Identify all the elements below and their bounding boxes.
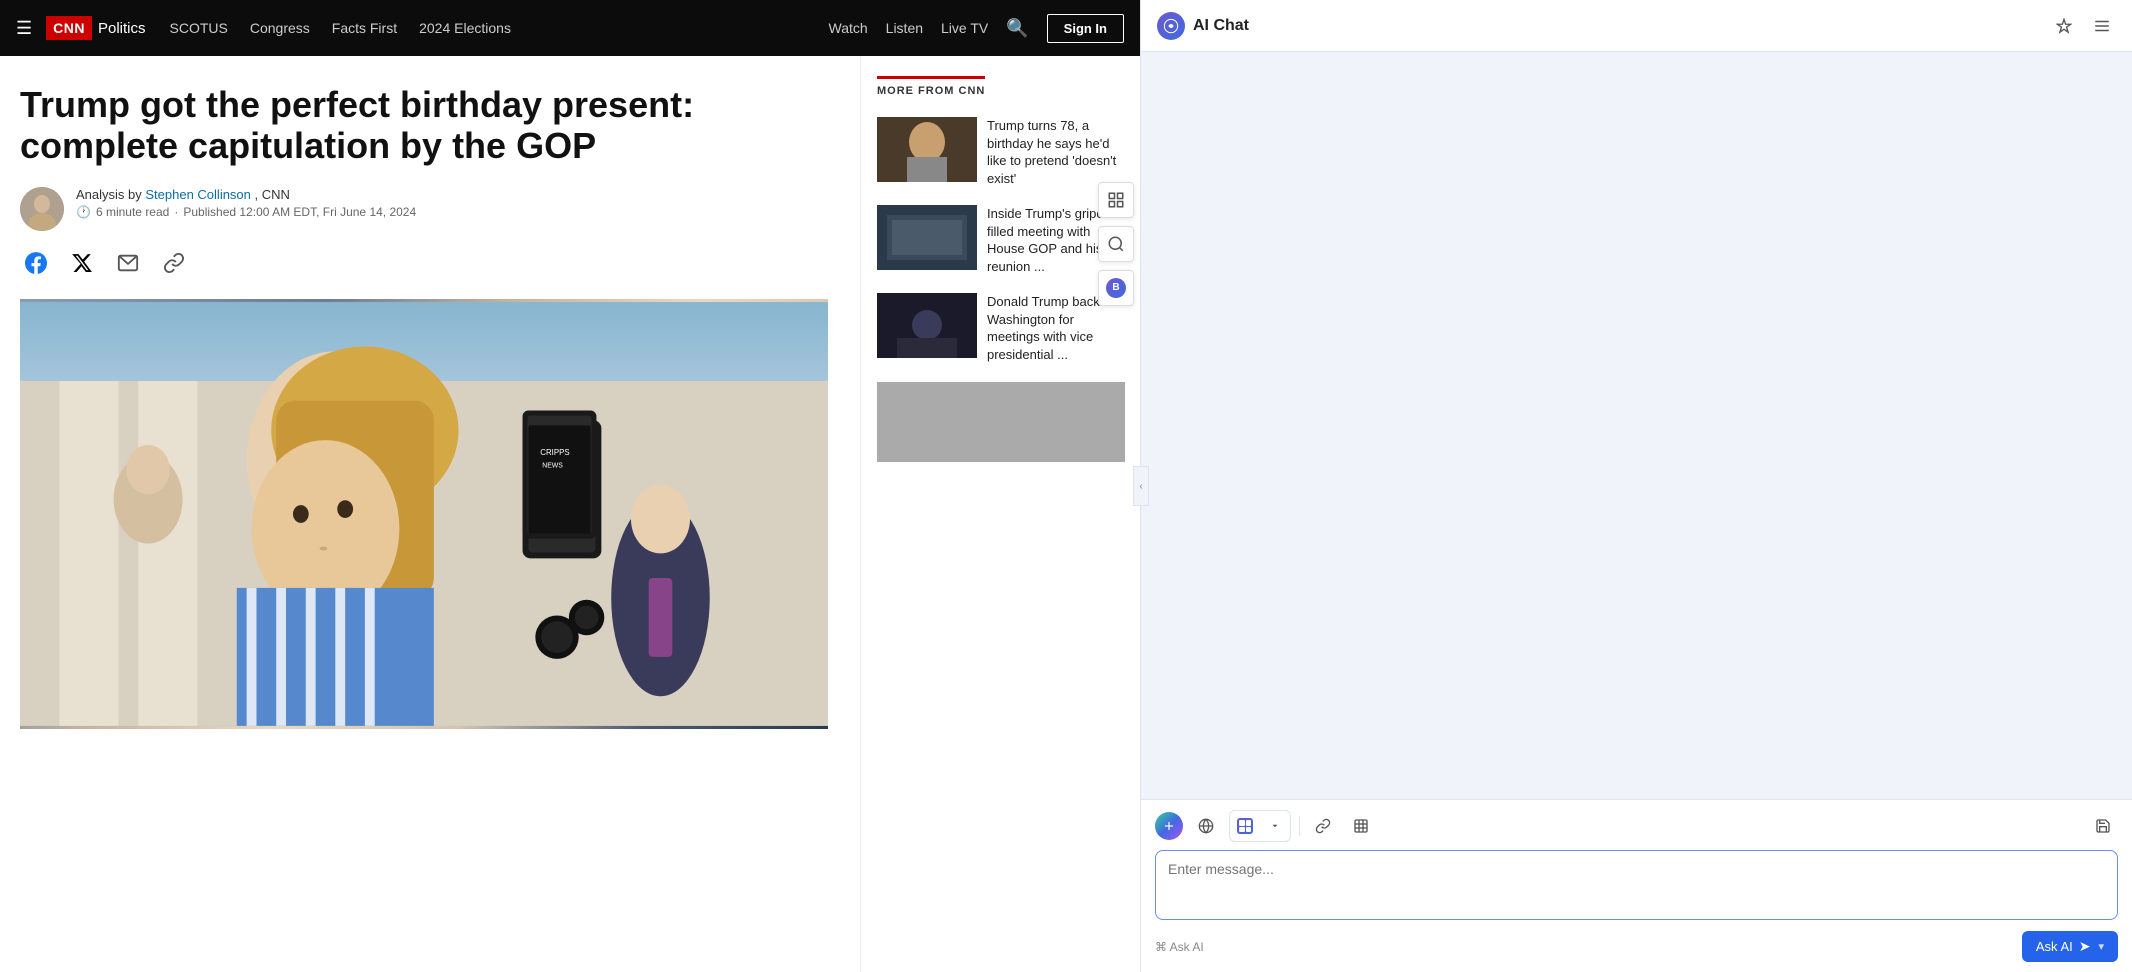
brainy-toolbar bbox=[1155, 810, 2118, 842]
nav-section-label: Politics bbox=[98, 20, 146, 37]
brainy-input-area: ⌘ Ask AI Ask AI ➤ ▾ bbox=[1141, 799, 2132, 972]
sidebar-story-thumb-3 bbox=[877, 293, 977, 358]
meta-time: 🕐 6 minute read · Published 12:00 AM EDT… bbox=[76, 205, 416, 219]
search-icon[interactable]: 🔍 bbox=[1006, 18, 1028, 39]
analysis-label: Analysis by bbox=[76, 187, 142, 202]
nav-watch-link[interactable]: Watch bbox=[829, 20, 868, 36]
save-button[interactable] bbox=[2088, 811, 2118, 841]
model-selector-group bbox=[1229, 810, 1291, 842]
article-sidebar: MORE FROM CNN Trump turns 78, a birthday… bbox=[860, 56, 1140, 972]
pin-icon[interactable] bbox=[2050, 12, 2078, 40]
article-content: Trump got the perfect birthday present: … bbox=[0, 56, 1140, 972]
ask-ai-label: ⌘ Ask AI bbox=[1155, 940, 1204, 954]
hamburger-menu[interactable]: ☰ bbox=[16, 18, 32, 39]
share-bar bbox=[20, 247, 828, 279]
article-image: CRIPPS NEWS bbox=[20, 299, 828, 729]
message-input[interactable] bbox=[1155, 850, 2118, 920]
meta-text: Analysis by Stephen Collinson , CNN 🕐 6 … bbox=[76, 187, 416, 219]
toolbar-divider bbox=[1299, 816, 1300, 836]
nav-link-facts-first[interactable]: Facts First bbox=[332, 20, 397, 36]
brainy-panel: AI Chat bbox=[1140, 0, 2132, 972]
share-email-icon[interactable] bbox=[112, 247, 144, 279]
signin-button[interactable]: Sign In bbox=[1047, 14, 1124, 43]
web-search-button[interactable] bbox=[1191, 811, 1221, 841]
nav-links: SCOTUS Congress Facts First 2024 Electio… bbox=[170, 20, 829, 36]
svg-text:CRIPPS: CRIPPS bbox=[540, 448, 569, 457]
sidebar-search-icon[interactable] bbox=[1098, 226, 1134, 262]
brainy-header-icons bbox=[2050, 12, 2116, 40]
link-insert-button[interactable] bbox=[1308, 811, 1338, 841]
sidebar-list-icon[interactable] bbox=[1098, 182, 1134, 218]
brainy-header: AI Chat bbox=[1141, 0, 2132, 52]
more-from-cnn-label: MORE FROM CNN bbox=[877, 76, 985, 103]
sidebar-story-text-1: Trump turns 78, a birthday he says he'd … bbox=[987, 117, 1124, 187]
share-twitter-icon[interactable] bbox=[66, 247, 98, 279]
avatar bbox=[20, 187, 64, 231]
published-date: Published 12:00 AM EDT, Fri June 14, 202… bbox=[183, 205, 416, 219]
nav-link-congress[interactable]: Congress bbox=[250, 20, 310, 36]
plus-button[interactable] bbox=[1155, 812, 1183, 840]
model-dropdown-button[interactable] bbox=[1260, 811, 1290, 841]
separator: · bbox=[174, 205, 178, 219]
nav-link-scotus[interactable]: SCOTUS bbox=[170, 20, 228, 36]
menu-icon[interactable] bbox=[2088, 12, 2116, 40]
sidebar-story-thumb-1 bbox=[877, 117, 977, 182]
article-title: Trump got the perfect birthday present: … bbox=[20, 84, 828, 167]
dropdown-arrow: ▾ bbox=[2098, 940, 2104, 953]
ask-ai-button[interactable]: Ask AI ➤ ▾ bbox=[2022, 931, 2118, 962]
article-image-placeholder: CRIPPS NEWS bbox=[20, 299, 828, 729]
nav-right-links: Watch Listen Live TV 🔍 Sign In bbox=[829, 14, 1125, 43]
author-link[interactable]: Stephen Collinson bbox=[145, 187, 251, 202]
sidebar-story-3[interactable]: Donald Trump back in Washington for meet… bbox=[877, 293, 1124, 363]
article-meta: Analysis by Stephen Collinson , CNN 🕐 6 … bbox=[20, 187, 828, 231]
model-icon-button[interactable] bbox=[1230, 811, 1260, 841]
clock-icon: 🕐 bbox=[76, 205, 91, 219]
share-link-icon[interactable] bbox=[158, 247, 190, 279]
nav-listen-link[interactable]: Listen bbox=[886, 20, 923, 36]
collapse-arrow[interactable]: ‹ bbox=[1133, 466, 1149, 506]
sidebar-story-2[interactable]: Inside Trump's gripe-filled meeting with… bbox=[877, 205, 1124, 275]
ask-ai-text: Ask AI bbox=[2036, 939, 2073, 954]
author-org: , CNN bbox=[255, 187, 290, 202]
read-time: 6 minute read bbox=[96, 205, 169, 219]
brainy-chat-area bbox=[1141, 52, 2132, 799]
send-icon: ➤ bbox=[2079, 938, 2091, 955]
brainy-input-footer: ⌘ Ask AI Ask AI ➤ ▾ bbox=[1155, 931, 2118, 962]
meta-byline: Analysis by Stephen Collinson , CNN bbox=[76, 187, 416, 202]
cnn-logo[interactable]: CNN bbox=[46, 16, 92, 40]
share-facebook-icon[interactable] bbox=[20, 247, 52, 279]
brainy-title: AI Chat bbox=[1193, 17, 2050, 35]
sidebar-story-1[interactable]: Trump turns 78, a birthday he says he'd … bbox=[877, 117, 1124, 187]
nav-livetv-link[interactable]: Live TV bbox=[941, 20, 988, 36]
nav-link-2024-elections[interactable]: 2024 Elections bbox=[419, 20, 511, 36]
sidebar-story-thumb-2 bbox=[877, 205, 977, 270]
sidebar-ai-icon[interactable]: B bbox=[1098, 270, 1134, 306]
brainy-logo-icon bbox=[1157, 12, 1185, 40]
cnn-navigation: ☰ CNN Politics SCOTUS Congress Facts Fir… bbox=[0, 0, 1140, 56]
sidebar-bottom-image bbox=[877, 382, 1124, 462]
table-insert-button[interactable] bbox=[1346, 811, 1376, 841]
svg-text:NEWS: NEWS bbox=[542, 462, 563, 469]
article-main: Trump got the perfect birthday present: … bbox=[0, 56, 860, 972]
